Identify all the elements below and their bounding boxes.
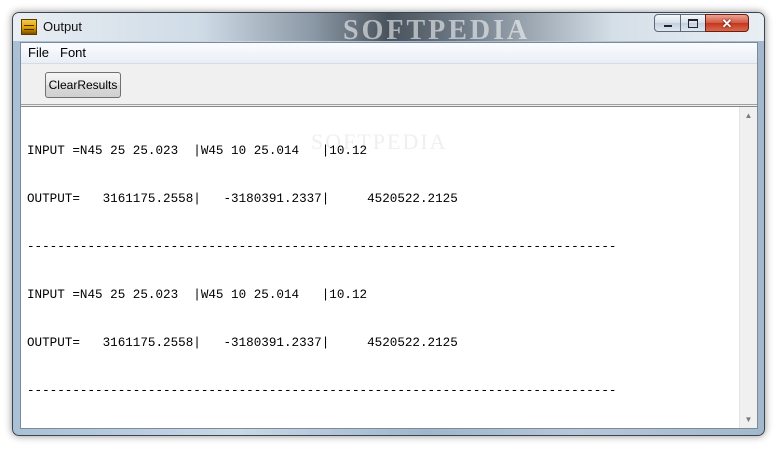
close-icon: ✕ xyxy=(721,15,733,31)
window-title: Output xyxy=(43,19,83,34)
output-window: Output SOFTPEDIA ✕ File Font ClearResult… xyxy=(12,12,765,436)
scroll-up-icon[interactable]: ▲ xyxy=(740,107,757,124)
title-bar[interactable]: Output SOFTPEDIA ✕ xyxy=(13,13,764,46)
results-text: INPUT =N45 25 25.023 |W45 10 25.014 |10.… xyxy=(27,111,737,431)
minimize-icon xyxy=(663,25,672,27)
client-area: File Font ClearResults INPUT =N45 25 25.… xyxy=(20,42,758,429)
output-line: OUTPUT= 3161175.2558| -3180391.2337| 452… xyxy=(27,336,458,350)
scroll-down-icon[interactable]: ▼ xyxy=(740,411,757,428)
menu-file[interactable]: File xyxy=(28,45,49,60)
output-line: INPUT =N45 25 25.023 |W45 10 25.014 |10.… xyxy=(27,144,368,158)
menu-font[interactable]: Font xyxy=(60,45,86,60)
output-line: OUTPUT= 3161175.2558| -3180391.2337| 452… xyxy=(27,192,458,206)
maximize-button[interactable] xyxy=(680,14,706,32)
vertical-scrollbar[interactable]: ▲ ▼ xyxy=(739,107,757,428)
output-line: INPUT =N45 25 25.023 |W45 10 25.014 |10.… xyxy=(27,288,368,302)
app-icon[interactable] xyxy=(21,19,37,35)
maximize-icon xyxy=(688,18,698,28)
menu-bar: File Font xyxy=(21,43,757,64)
clear-results-button[interactable]: ClearResults xyxy=(45,72,121,98)
minimize-button[interactable] xyxy=(654,14,681,32)
results-text-area[interactable]: INPUT =N45 25 25.023 |W45 10 25.014 |10.… xyxy=(21,106,757,428)
output-line: ----------------------------------------… xyxy=(27,240,617,254)
output-line: ----------------------------------------… xyxy=(27,384,617,398)
toolbar: ClearResults xyxy=(21,64,757,105)
close-button[interactable]: ✕ xyxy=(705,14,749,32)
